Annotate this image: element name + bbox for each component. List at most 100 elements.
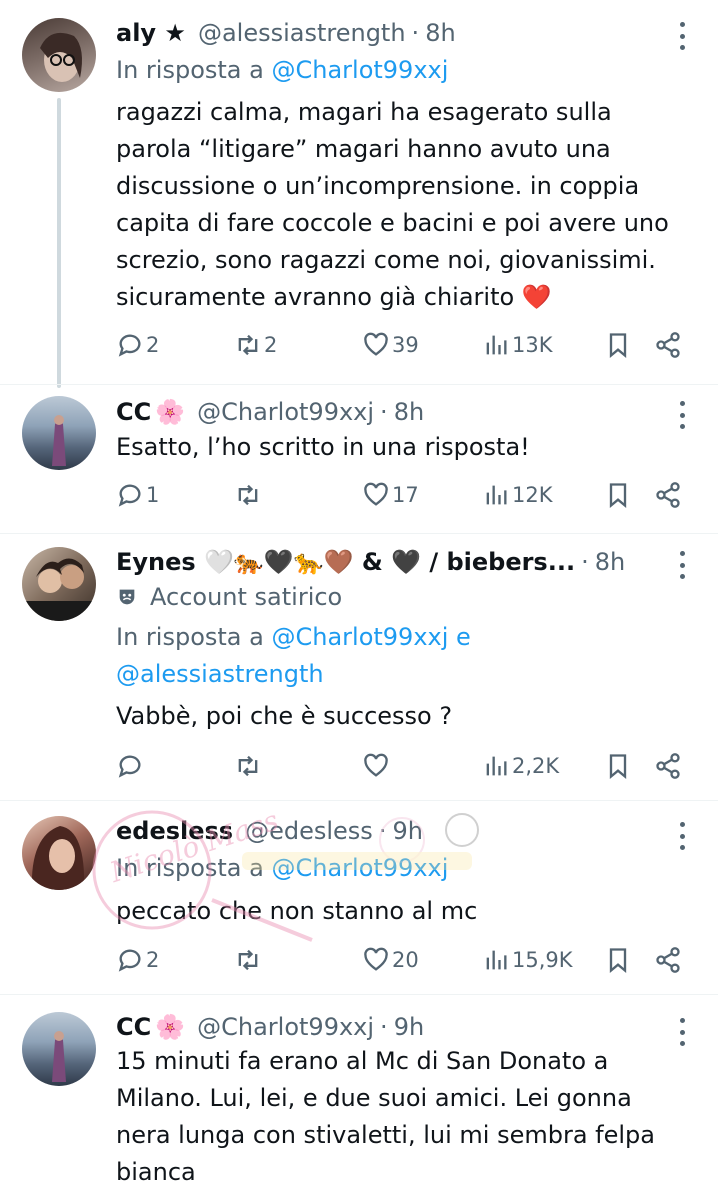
timestamp[interactable]: 8h <box>394 395 424 429</box>
display-name[interactable]: aly ★ <box>116 16 186 50</box>
like-button[interactable]: 17 <box>362 478 419 512</box>
display-name[interactable]: Eynes 🤍🐅🖤🐆🤎 & 🖤 / biebers... <box>116 545 575 579</box>
share-button[interactable] <box>654 749 682 783</box>
reply-mention-link[interactable]: @Charlot99xxj <box>271 56 448 84</box>
timestamp[interactable]: 9h <box>392 814 422 848</box>
heart-icon <box>364 482 388 506</box>
repost-icon <box>238 755 258 777</box>
views-count: 12K <box>512 483 553 507</box>
repost-icon <box>238 334 258 356</box>
reply-mention-link[interactable]: @alessiastrength <box>116 660 324 688</box>
views-button[interactable]: 12K <box>482 478 553 512</box>
tweet-header: CC 🌸 @Charlot99xxj · 8h <box>116 395 658 429</box>
timestamp[interactable]: 8h <box>595 545 625 579</box>
share-icon <box>656 947 680 973</box>
more-options-icon[interactable] <box>672 822 692 850</box>
satire-label: Account satirico <box>116 579 342 615</box>
tweet-3[interactable]: Eynes 🤍🐅🖤🐆🤎 & 🖤 / biebers... · 8h Accoun… <box>0 543 718 799</box>
more-options-icon[interactable] <box>672 22 692 50</box>
like-button[interactable] <box>362 749 390 783</box>
user-handle[interactable]: @Charlot99xxj <box>197 1010 374 1044</box>
tweet-5[interactable]: CC 🌸 @Charlot99xxj · 9h 15 minuti fa era… <box>0 1010 718 1200</box>
views-button[interactable]: 15,9K <box>482 943 573 977</box>
bookmark-icon <box>609 333 627 358</box>
repost-button[interactable] <box>234 749 262 783</box>
tweet-1[interactable]: aly ★ @alessiastrength · 8h In risposta … <box>0 14 718 388</box>
share-button[interactable] <box>654 943 682 977</box>
tweet-text: Esatto, l’ho scritto in una risposta! <box>116 433 530 461</box>
reply-mention-link[interactable]: @Charlot99xxj <box>271 854 448 882</box>
timestamp[interactable]: 9h <box>394 1010 424 1044</box>
views-button[interactable]: 2,2K <box>482 749 559 783</box>
thread-line <box>57 98 61 388</box>
more-options-icon[interactable] <box>672 1018 692 1046</box>
action-bar: 2 20 15,9K <box>116 943 688 977</box>
heart-icon <box>364 753 388 777</box>
avatar[interactable] <box>22 1012 96 1086</box>
divider <box>0 384 718 385</box>
reply-prefix: In risposta a <box>116 623 264 651</box>
avatar-image <box>40 32 82 82</box>
reply-button[interactable]: 2 <box>116 328 159 362</box>
action-bar: 1 17 12K <box>116 478 688 512</box>
bookmark-button[interactable] <box>604 943 632 977</box>
bookmark-icon <box>609 483 627 508</box>
tweet-2[interactable]: CC 🌸 @Charlot99xxj · 8h Esatto, l’ho scr… <box>0 393 718 533</box>
separator-dot: · <box>581 548 589 576</box>
like-button[interactable]: 20 <box>362 943 419 977</box>
views-chart-icon <box>486 950 507 970</box>
more-options-icon[interactable] <box>672 551 692 579</box>
user-handle[interactable]: @alessiastrength <box>198 16 406 50</box>
satire-label-text: Account satirico <box>150 583 343 611</box>
bookmark-button[interactable] <box>604 749 632 783</box>
views-count: 13K <box>512 333 553 357</box>
reply-prefix: In risposta a <box>116 56 264 84</box>
tweet-text: peccato che non stanno al mc <box>116 897 478 925</box>
like-button[interactable]: 39 <box>362 328 419 362</box>
separator-dot: · <box>411 19 420 47</box>
tweet-text: 15 minuti fa erano al Mc di San Donato a… <box>116 1047 655 1186</box>
reply-context: In risposta a @Charlot99xxj <box>116 850 448 886</box>
reply-icon <box>118 755 141 778</box>
repost-icon <box>238 949 258 971</box>
avatar[interactable] <box>22 396 96 470</box>
reply-button[interactable] <box>116 749 144 783</box>
reply-mention-link[interactable]: @Charlot99xxj e <box>271 623 470 651</box>
tweet-text: ragazzi calma, magari ha esagerato sulla… <box>116 98 669 311</box>
tweet-4[interactable]: edesless @edesless · 9h In risposta a @C… <box>0 814 718 994</box>
repost-button[interactable] <box>234 478 264 512</box>
divider <box>0 800 718 801</box>
reply-button[interactable]: 1 <box>116 478 159 512</box>
timestamp[interactable]: 8h <box>425 16 455 50</box>
repost-button[interactable]: 2 <box>234 328 277 362</box>
display-name[interactable]: CC <box>116 1010 151 1044</box>
avatar[interactable] <box>22 18 96 92</box>
repost-button[interactable] <box>234 943 262 977</box>
avatar-image <box>22 558 96 621</box>
display-name[interactable]: CC <box>116 395 151 429</box>
share-button[interactable] <box>654 478 682 512</box>
theater-mask-icon <box>119 589 135 605</box>
bookmark-button[interactable] <box>604 478 632 512</box>
avatar-image <box>52 1031 66 1082</box>
reply-count: 2 <box>146 333 160 357</box>
views-chart-icon <box>486 485 507 505</box>
avatar[interactable] <box>22 816 96 890</box>
reply-button[interactable]: 2 <box>116 943 159 977</box>
tweet-header: edesless @edesless · 9h <box>116 814 658 848</box>
user-handle[interactable]: @Charlot99xxj <box>197 395 374 429</box>
share-button[interactable] <box>654 328 682 362</box>
user-handle[interactable]: @edesless <box>245 814 373 848</box>
views-count: 2,2K <box>512 754 560 778</box>
bookmark-icon <box>609 948 627 973</box>
share-icon <box>656 332 680 358</box>
reply-icon <box>118 949 141 972</box>
separator-dot: · <box>380 1013 388 1041</box>
views-button[interactable]: 13K <box>482 328 553 362</box>
more-options-icon[interactable] <box>672 401 692 429</box>
avatar[interactable] <box>22 547 96 621</box>
bookmark-button[interactable] <box>604 328 632 362</box>
avatar-image <box>52 415 66 466</box>
display-name[interactable]: edesless <box>116 814 233 848</box>
repost-icon <box>238 484 258 506</box>
